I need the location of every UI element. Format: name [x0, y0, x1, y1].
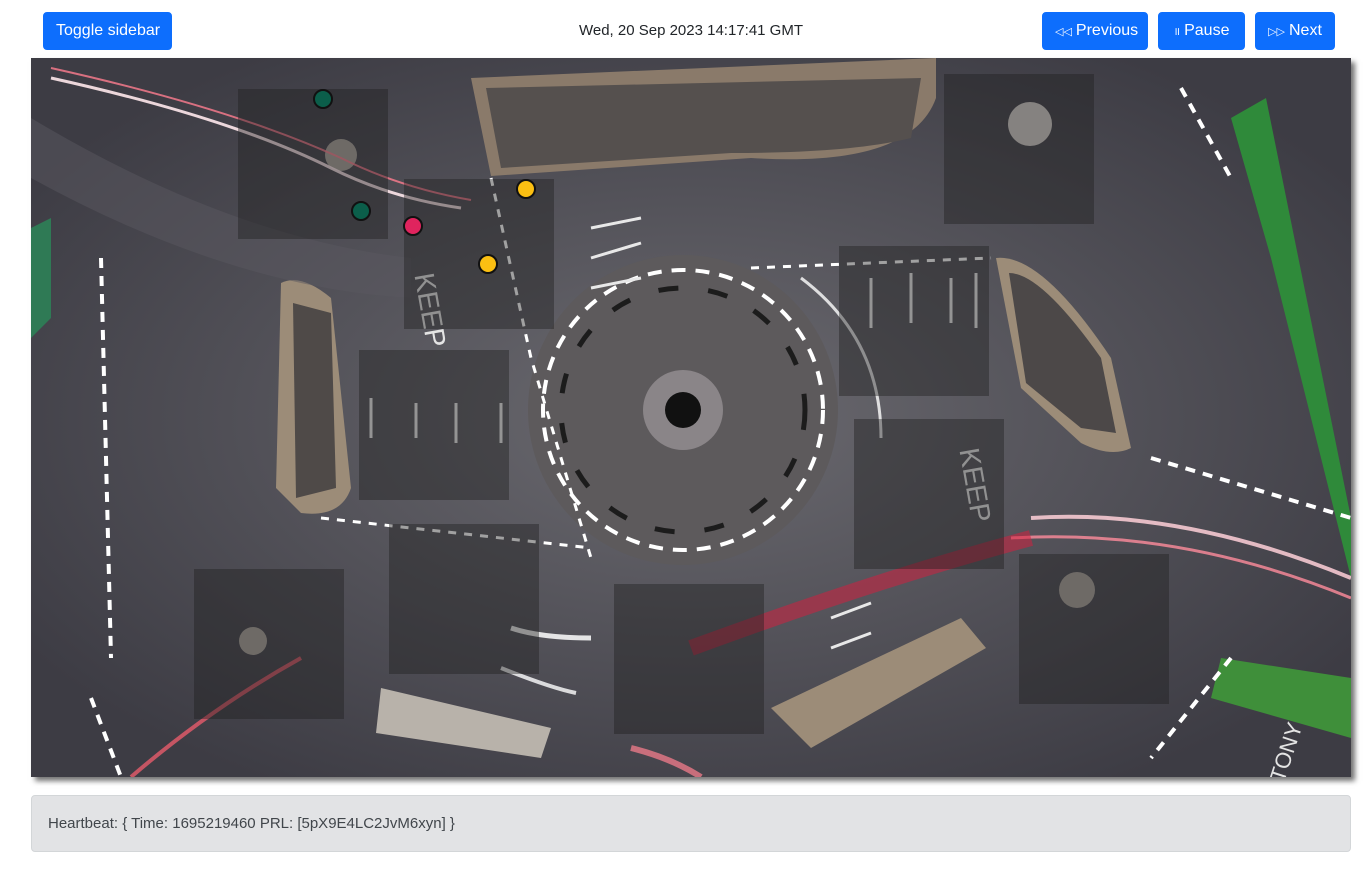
grid-tile [1019, 554, 1169, 704]
pause-label: Pause [1184, 22, 1230, 39]
grid-tile [614, 584, 764, 734]
next-button[interactable]: ▷▷ Next [1255, 12, 1335, 50]
previous-button[interactable]: ◁◁ Previous [1042, 12, 1148, 50]
pause-icon: ॥ [1173, 25, 1181, 38]
rewind-icon: ◁◁ [1055, 25, 1072, 38]
grid-tile [944, 74, 1094, 224]
heartbeat-status-bar: Heartbeat: { Time: 1695219460 PRL: [5pX9… [31, 795, 1351, 852]
roundabout-camera-view[interactable]: KEEP KEEP TONY [31, 58, 1351, 777]
grid-tile [404, 179, 554, 329]
previous-label: Previous [1075, 22, 1139, 39]
fast-forward-icon: ▷▷ [1268, 25, 1285, 38]
marker-yellow-1[interactable] [516, 179, 536, 199]
next-label: Next [1289, 22, 1322, 39]
marker-green-1[interactable] [313, 89, 333, 109]
top-toolbar: Toggle sidebar Wed, 20 Sep 2023 14:17:41… [0, 0, 1368, 60]
marker-green-2[interactable] [351, 201, 371, 221]
marker-yellow-2[interactable] [478, 254, 498, 274]
grid-tile [839, 246, 989, 396]
grid-tile [359, 350, 509, 500]
grid-tile [389, 524, 539, 674]
heartbeat-text: Heartbeat: { Time: 1695219460 PRL: [5pX9… [48, 815, 455, 832]
grid-tile [194, 569, 344, 719]
marker-red-1[interactable] [403, 216, 423, 236]
grid-tile [854, 419, 1004, 569]
pause-button[interactable]: ॥ Pause [1158, 12, 1245, 50]
